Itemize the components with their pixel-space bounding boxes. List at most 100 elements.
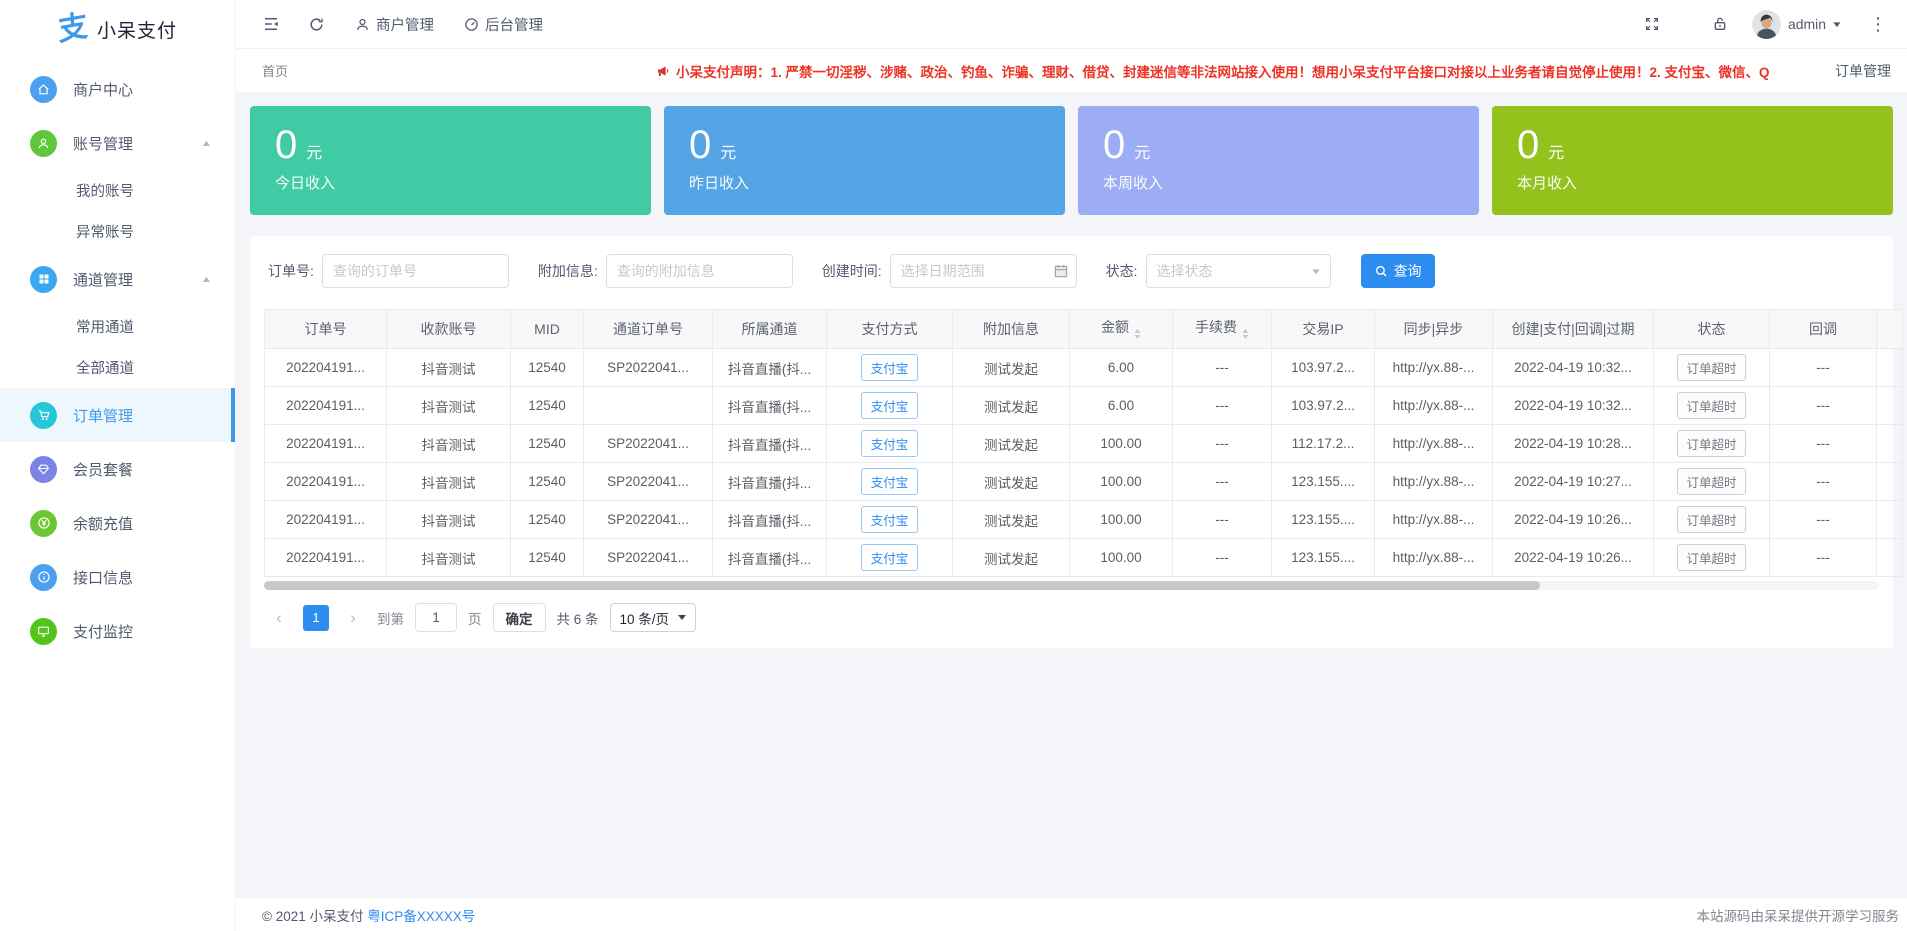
page-size-select[interactable]: 10 条/页: [610, 603, 697, 632]
status-tag: 订单超时: [1677, 392, 1745, 419]
sidebar-subitem-all-channels[interactable]: 全部通道: [0, 347, 235, 388]
cell-text: 抖音直播(抖...: [728, 438, 811, 453]
cell-text: SP2022041...: [607, 360, 689, 375]
current-page[interactable]: 1: [303, 605, 329, 631]
stat-label: 昨日收入: [689, 172, 1065, 193]
cell-text: 抖音测试: [422, 438, 476, 453]
pay-method-tag: 支付宝: [861, 392, 919, 419]
col-header: 附加信息: [953, 310, 1070, 349]
icp-link[interactable]: 粤ICP备XXXXX号: [367, 909, 475, 924]
sidebar-item-api-info[interactable]: 接口信息: [0, 550, 235, 604]
info-icon: [30, 564, 57, 591]
content: 0元今日收入0元昨日收入0元本周收入0元本月收入 订单号: 附加信息: 创建时间…: [236, 93, 1907, 897]
sidebar-item-channel-management[interactable]: 通道管理▲: [0, 252, 235, 306]
avatar: [1752, 10, 1781, 39]
sidebar-item-balance-recharge[interactable]: 余额充值: [0, 496, 235, 550]
sidebar-item-account-management[interactable]: 账号管理▲: [0, 116, 235, 170]
cell-text: 100.00: [1100, 436, 1141, 451]
sidebar-subitem-my-account[interactable]: 我的账号: [0, 170, 235, 211]
next-page-button[interactable]: ›: [340, 605, 366, 631]
col-header[interactable]: 金额▲▼: [1070, 310, 1173, 349]
pagination: ‹ 1 › 到第 页 确定 共 6 条 10 条/页: [264, 590, 1879, 636]
cell-text: 抖音测试: [422, 476, 476, 491]
notice-marquee: 小呆支付声明：1. 严禁一切淫秽、涉赌、政治、钓鱼、诈骗、理财、借贷、封建迷信等…: [288, 61, 1821, 81]
cell-text: 抖音测试: [422, 552, 476, 567]
app-title: 小呆支付: [97, 16, 177, 43]
col-header: MID: [511, 310, 584, 349]
orders-table: 订单号收款账号MID通道订单号所属通道支付方式附加信息金额▲▼手续费▲▼交易IP…: [264, 309, 1903, 577]
cart-icon: [30, 402, 57, 429]
cell-text: ---: [1816, 360, 1830, 375]
stat-value: 0: [689, 122, 711, 168]
stat-unit: 元: [1548, 139, 1564, 163]
status-tag: 订单超时: [1677, 506, 1745, 533]
sidebar-subitem-abnormal-account[interactable]: 异常账号: [0, 211, 235, 252]
notice-text: 小呆支付声明：1. 严禁一切淫秽、涉赌、政治、钓鱼、诈骗、理财、借贷、封建迷信等…: [676, 61, 1770, 81]
user-icon: [30, 130, 57, 157]
horizontal-scrollbar-thumb[interactable]: [264, 581, 1540, 590]
home-icon: [30, 76, 57, 103]
prev-page-button[interactable]: ‹: [266, 605, 292, 631]
cell-text: 2022-04-19 10:27...: [1514, 474, 1632, 489]
cell-spacer: [1877, 387, 1903, 425]
topbar-menu-backend-admin[interactable]: 后台管理: [464, 14, 543, 35]
stat-card-0: 0元今日收入: [250, 106, 651, 215]
cell-text: 123.155....: [1291, 512, 1355, 527]
lock-icon[interactable]: [1712, 16, 1728, 32]
app-root: 支 小呆支付 商户中心账号管理▲我的账号异常账号通道管理▲常用通道全部通道订单管…: [0, 0, 1907, 931]
breadcrumb-home[interactable]: 首页: [262, 61, 288, 80]
coin-icon: [30, 510, 57, 537]
topbar-menu-merchant-admin[interactable]: 商户管理: [355, 14, 434, 35]
fullscreen-icon[interactable]: [1644, 16, 1660, 32]
cell-text: 202204191...: [286, 512, 365, 527]
order-no-input[interactable]: [322, 254, 509, 288]
status-select[interactable]: 选择状态 ▼: [1146, 254, 1331, 288]
sidebar-item-payment-monitor[interactable]: 支付监控: [0, 604, 235, 658]
person-icon: [355, 17, 370, 32]
pay-method-tag: 支付宝: [861, 354, 919, 381]
date-range-input[interactable]: [890, 254, 1077, 288]
cell-text: 2022-04-19 10:32...: [1514, 360, 1632, 375]
cell-spacer: [1877, 349, 1903, 387]
cell-text: 12540: [528, 436, 566, 451]
topbar: 商户管理 后台管理 admin ▼: [236, 0, 1907, 49]
col-header: 订单号: [265, 310, 387, 349]
sidebar-item-merchant-center[interactable]: 商户中心: [0, 62, 235, 116]
cell-text: 202204191...: [286, 360, 365, 375]
sidebar-item-member-packages[interactable]: 会员套餐: [0, 442, 235, 496]
extra-info-input[interactable]: [606, 254, 793, 288]
goto-page-input[interactable]: [415, 603, 457, 632]
cell-text: http://yx.88-...: [1393, 398, 1475, 413]
sidebar-subitem-common-channels[interactable]: 常用通道: [0, 306, 235, 347]
calendar-icon[interactable]: [1053, 263, 1069, 279]
page-label: 页: [468, 608, 482, 628]
cell-text: 抖音直播(抖...: [728, 552, 811, 567]
grid-icon: [30, 266, 57, 293]
refresh-icon[interactable]: [308, 16, 325, 33]
search-button[interactable]: 查询: [1361, 254, 1435, 288]
user-menu[interactable]: admin ▼: [1752, 10, 1841, 39]
collapse-menu-icon[interactable]: [262, 15, 280, 33]
cell-text: http://yx.88-...: [1393, 550, 1475, 565]
chevron-up-icon: ▲: [200, 138, 212, 148]
sort-icons[interactable]: ▲▼: [1134, 329, 1141, 341]
sort-icons[interactable]: ▲▼: [1242, 329, 1249, 341]
col-header: 所属通道: [713, 310, 827, 349]
logo[interactable]: 支 小呆支付: [0, 0, 235, 58]
tab-order-management[interactable]: 订单管理: [1835, 61, 1891, 81]
more-options-icon[interactable]: ⋮: [1865, 14, 1891, 35]
cell-spacer: [1877, 501, 1903, 539]
filter-bar: 订单号: 附加信息: 创建时间: 状态:: [264, 254, 1879, 309]
cell-text: 100.00: [1100, 550, 1141, 565]
cell-text: 12540: [528, 360, 566, 375]
chevron-up-icon: ▲: [200, 274, 212, 284]
diamond-icon: [30, 456, 57, 483]
col-header[interactable]: 手续费▲▼: [1173, 310, 1272, 349]
stat-cards: 0元今日收入0元昨日收入0元本周收入0元本月收入: [250, 106, 1893, 215]
sidebar-item-label: 接口信息: [73, 567, 133, 588]
sidebar-item-order-management[interactable]: 订单管理: [0, 388, 235, 442]
footer: © 2021 小呆支付 粤ICP备XXXXX号 本站源码由呆呆提供开源学习服务: [236, 897, 1907, 931]
confirm-page-button[interactable]: 确定: [493, 603, 546, 632]
cell-text: 12540: [528, 512, 566, 527]
cell-text: 6.00: [1108, 398, 1134, 413]
